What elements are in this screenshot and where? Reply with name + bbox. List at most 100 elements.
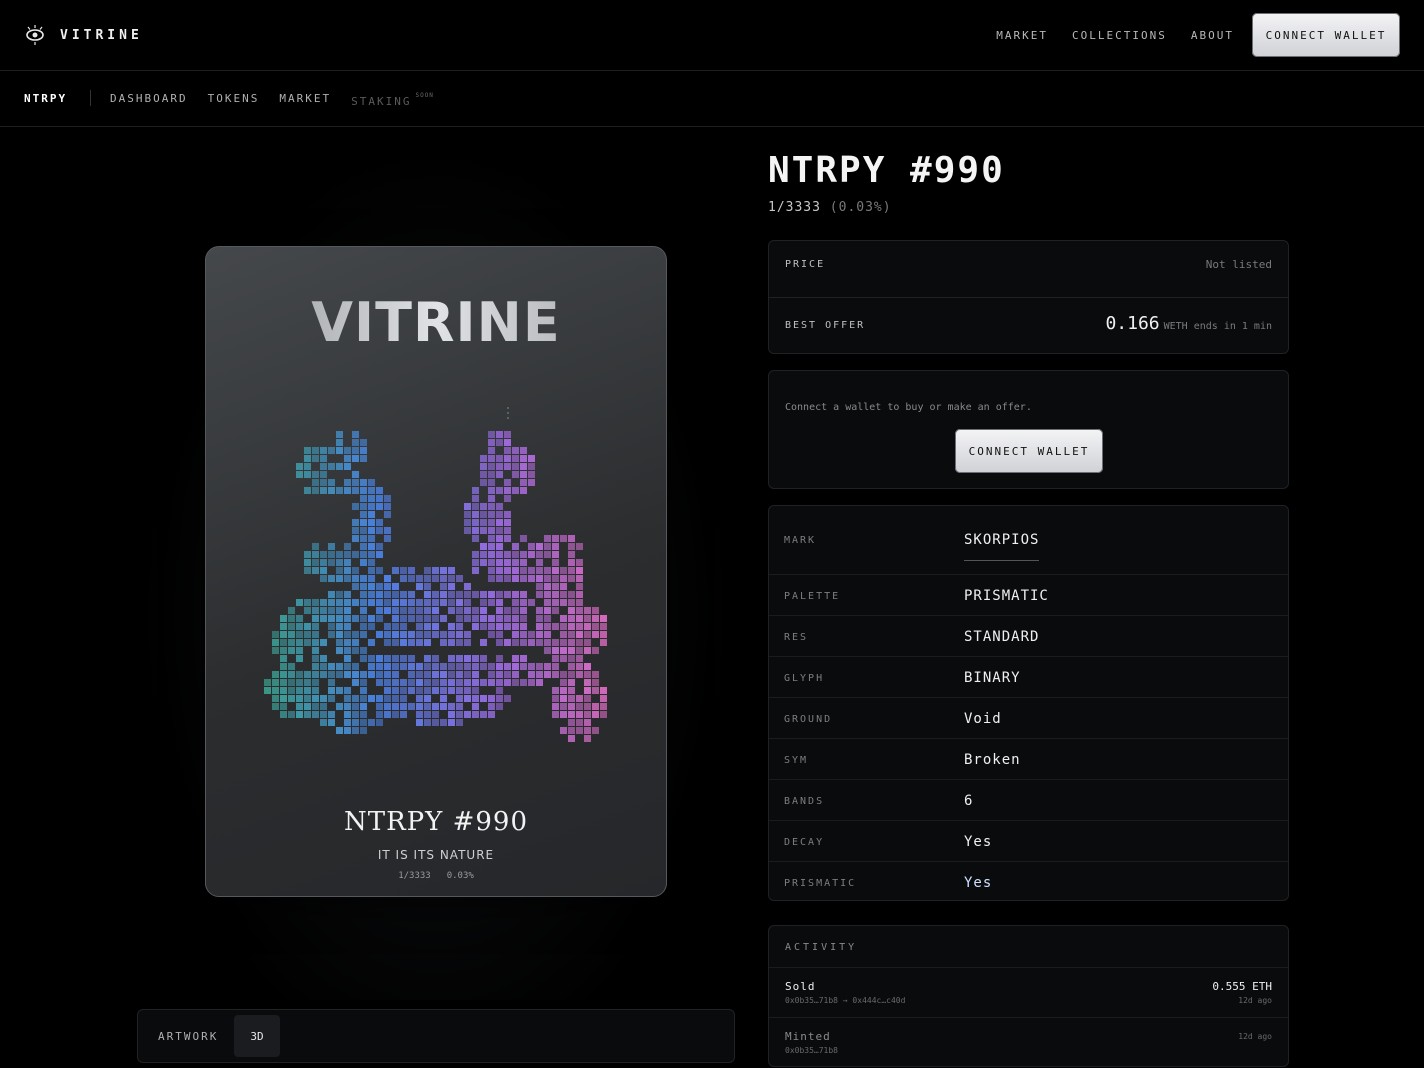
pixel-cell	[400, 663, 407, 670]
tab-market[interactable]: MARKET	[279, 92, 331, 108]
pixel-cell	[344, 551, 351, 558]
pixel-cell	[528, 463, 535, 470]
pixel-cell	[344, 447, 351, 454]
pixel-cell	[464, 519, 471, 526]
pixel-cell	[360, 687, 367, 694]
token-card[interactable]: VITRINE NTRPY #990 IT IS ITS NATURE 1/33…	[205, 246, 667, 897]
pixel-cell	[568, 615, 575, 622]
collection-name[interactable]: NTRPY	[24, 92, 67, 105]
pixel-cell	[488, 463, 495, 470]
pixel-cell	[480, 639, 487, 646]
pixel-cell	[400, 591, 407, 598]
pixel-cell	[296, 631, 303, 638]
pixel-cell	[360, 599, 367, 606]
connect-wallet-button[interactable]: CONNECT WALLET	[1252, 13, 1400, 57]
pixel-cell	[320, 455, 327, 462]
activity-amount: 0.555 ETH	[1212, 980, 1272, 993]
pixel-cell	[504, 431, 511, 438]
pixel-cell	[448, 655, 455, 662]
pixel-cell	[352, 503, 359, 510]
pixel-cell	[352, 567, 359, 574]
tab-dashboard[interactable]: DASHBOARD	[110, 92, 188, 108]
pixel-cell	[576, 631, 583, 638]
pixel-cell	[352, 703, 359, 710]
pixel-cell	[584, 703, 591, 710]
pixel-cell	[400, 575, 407, 582]
pixel-cell	[568, 647, 575, 654]
pixel-cell	[368, 695, 375, 702]
pixel-cell	[504, 591, 511, 598]
pixel-cell	[408, 575, 415, 582]
pixel-cell	[488, 663, 495, 670]
pixel-cell	[296, 703, 303, 710]
trait-value: Yes	[964, 875, 993, 891]
pixel-cell	[552, 599, 559, 606]
pixel-cell	[464, 639, 471, 646]
pixel-cell	[360, 511, 367, 518]
pixel-cell	[496, 551, 503, 558]
pixel-cell	[408, 703, 415, 710]
pixel-cell	[440, 695, 447, 702]
pixel-cell	[320, 703, 327, 710]
pixel-cell	[464, 527, 471, 534]
pixel-cell	[304, 599, 311, 606]
pixel-cell	[312, 631, 319, 638]
pixel-cell	[456, 615, 463, 622]
pixel-cell	[504, 495, 511, 502]
pixel-cell	[432, 575, 439, 582]
nav-market[interactable]: MARKET	[996, 29, 1048, 42]
view-artwork-button[interactable]: ARTWORK	[158, 1030, 218, 1043]
view-3d-button[interactable]: 3D	[234, 1015, 280, 1057]
pixel-cell	[360, 607, 367, 614]
pixel-cell	[448, 663, 455, 670]
pixel-cell	[504, 663, 511, 670]
pixel-cell	[568, 711, 575, 718]
pixel-cell	[384, 671, 391, 678]
pixel-cell	[488, 511, 495, 518]
pixel-cell	[272, 631, 279, 638]
pixel-cell	[424, 575, 431, 582]
pixel-cell	[312, 607, 319, 614]
pixel-cell	[560, 599, 567, 606]
pixel-cell	[280, 663, 287, 670]
tab-tokens[interactable]: TOKENS	[208, 92, 260, 108]
pixel-cell	[448, 575, 455, 582]
pixel-cell	[528, 551, 535, 558]
pixel-cell	[496, 471, 503, 478]
pixel-cell	[464, 687, 471, 694]
pixel-cell	[496, 679, 503, 686]
pixel-cell	[520, 663, 527, 670]
pixel-cell	[488, 551, 495, 558]
pixel-cell	[576, 583, 583, 590]
pixel-cell	[368, 671, 375, 678]
brand[interactable]: VITRINE	[24, 24, 143, 46]
pixel-cell	[312, 703, 319, 710]
pixel-cell	[336, 487, 343, 494]
pixel-cell	[544, 535, 551, 542]
pixel-cell	[344, 687, 351, 694]
pixel-cell	[376, 599, 383, 606]
pixel-cell	[512, 663, 519, 670]
pixel-cell	[552, 551, 559, 558]
activity-addresses[interactable]: 0x0b35…71b8 → 0x444c…c40d	[785, 996, 905, 1005]
pixel-cell	[600, 687, 607, 694]
nav-about[interactable]: ABOUT	[1191, 29, 1234, 42]
activity-type: Minted	[785, 1030, 831, 1043]
pixel-cell	[304, 695, 311, 702]
pixel-cell	[336, 439, 343, 446]
pixel-cell	[328, 631, 335, 638]
trait-key: SYM	[784, 755, 809, 766]
nav-collections[interactable]: COLLECTIONS	[1072, 29, 1167, 42]
pixel-cell	[368, 599, 375, 606]
pixel-cell	[552, 687, 559, 694]
pixel-cell	[440, 719, 447, 726]
connect-wallet-panel-button[interactable]: CONNECT WALLET	[955, 429, 1103, 473]
pixel-cell	[432, 623, 439, 630]
activity-addresses[interactable]: 0x0b35…71b8	[785, 1046, 838, 1055]
soon-badge: SOON	[415, 92, 434, 99]
pixel-cell	[352, 535, 359, 542]
pixel-cell	[304, 567, 311, 574]
pixel-cell	[384, 607, 391, 614]
trait-value[interactable]: SKORPIOS	[964, 532, 1040, 561]
pixel-cell	[576, 575, 583, 582]
